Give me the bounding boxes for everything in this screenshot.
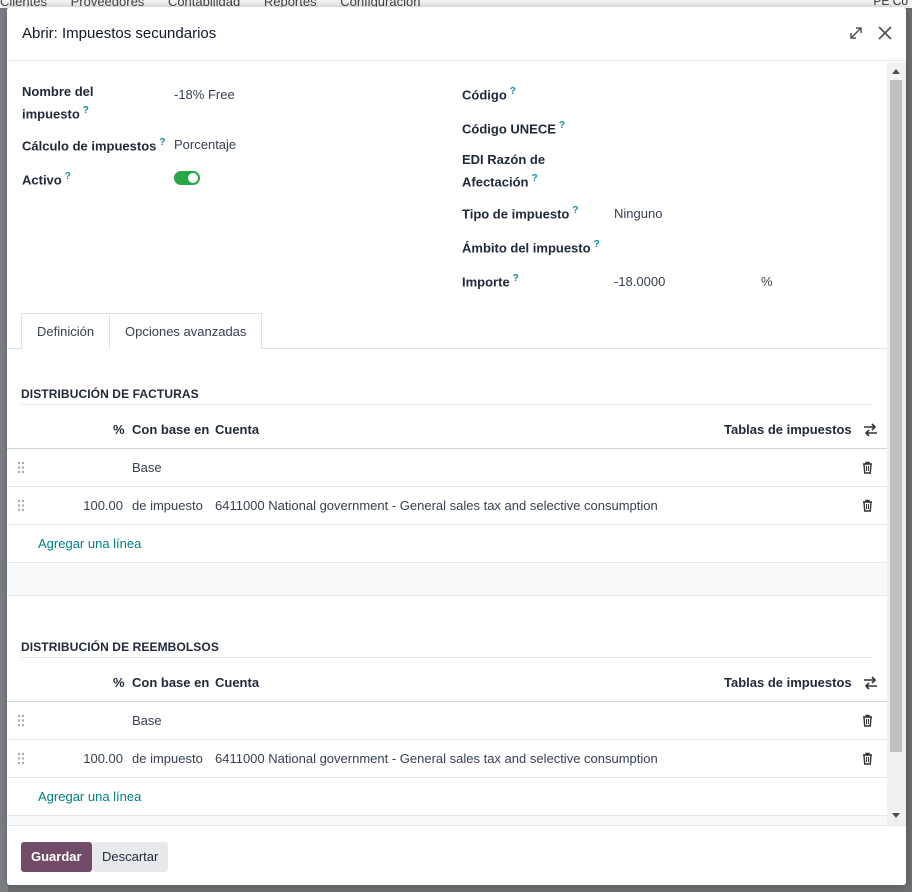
computation-label-text: Cálculo de impuestos [22,138,157,154]
scope-label-text: Ámbito del impuesto [462,240,591,256]
code-label: Código? [462,82,516,104]
active-label: Activo? [22,167,71,189]
col-tax-grids[interactable]: Tablas de impuestos [724,675,852,690]
add-line-link[interactable]: Agregar una línea [38,536,141,551]
tax-name-label: Nombre del impuesto? [22,82,94,123]
scrollbar-thumb[interactable] [890,80,902,752]
col-based-on[interactable]: Con base en [132,675,209,690]
edi-reason-label: EDI Razón de Afectación? [462,150,545,191]
tax-scope-label: Ámbito del impuesto? [462,235,600,257]
table-row[interactable]: Base [7,449,887,487]
active-label-text: Activo [22,172,62,188]
tax-name-label-line1: Nombre del [22,84,94,99]
optional-columns-icon[interactable] [863,423,878,437]
tax-type-label-text: Tipo de impuesto [462,206,570,222]
edi-label-line2: Afectación [462,174,529,190]
edi-label-line1: EDI Razón de [462,152,546,167]
computation-value[interactable]: Porcentaje [174,137,236,152]
col-account[interactable]: Cuenta [215,422,259,437]
table-footer-band [7,563,887,596]
computation-label: Cálculo de impuestos? [22,133,165,155]
help-tooltip[interactable]: ? [559,120,565,131]
close-icon[interactable] [874,22,896,44]
help-tooltip[interactable]: ? [159,137,165,148]
help-tooltip[interactable]: ? [510,86,516,97]
section-divider [21,657,873,658]
add-line-link[interactable]: Agregar una línea [38,789,141,804]
save-button[interactable]: Guardar [21,842,92,872]
trash-icon[interactable] [862,752,873,765]
amount-label-text: Importe [462,274,510,290]
cell-account[interactable]: 6411000 National government - General sa… [215,751,658,766]
help-tooltip[interactable]: ? [594,239,600,250]
help-tooltip[interactable]: ? [531,173,537,184]
cell-account[interactable]: 6411000 National government - General sa… [215,498,658,513]
code-label-text: Código [462,87,507,103]
help-tooltip[interactable]: ? [65,171,71,182]
drag-handle-icon[interactable] [17,499,25,512]
cell-based-on[interactable]: de impuesto [132,498,203,513]
dialog-title: Abrir: Impuestos secundarios [22,25,217,42]
dialog-body: Nombre del impuesto? -18% Free Cálculo d… [7,62,887,825]
col-percent[interactable]: % [113,675,125,690]
cell-percent[interactable]: 100.00 [83,498,123,513]
col-account[interactable]: Cuenta [215,675,259,690]
tax-name-label-line2: impuesto [22,106,80,122]
dialog-scrollbar[interactable] [887,62,906,825]
tab-definition[interactable]: Definición [21,313,111,350]
trash-icon[interactable] [862,461,873,474]
optional-columns-icon[interactable] [863,676,878,690]
active-toggle[interactable] [174,171,200,185]
notebook-tabs: Definición Opciones avanzadas [7,313,887,350]
toggle-knob [188,173,198,183]
table-footer-band [7,816,887,825]
amount-unit: % [761,274,773,289]
trash-icon[interactable] [862,714,873,727]
trash-icon[interactable] [862,499,873,512]
expand-icon[interactable] [845,22,867,44]
invoice-distribution-title: DISTRIBUCIÓN DE FACTURAS [21,387,199,401]
invoice-table-header: % Con base en Cuenta Tablas de impuestos [7,411,887,449]
tax-type-label: Tipo de impuesto? [462,201,579,223]
tax-dialog: Abrir: Impuestos secundarios Nombre del … [7,7,906,885]
refund-table-header: % Con base en Cuenta Tablas de impuestos [7,664,887,702]
col-tax-grids[interactable]: Tablas de impuestos [724,422,852,437]
add-line-row: Agregar una línea [7,778,887,816]
drag-handle-icon[interactable] [17,752,25,765]
tax-name-value[interactable]: -18% Free [174,87,235,102]
table-row[interactable]: 100.00 de impuesto 6411000 National gove… [7,740,887,778]
drag-handle-icon[interactable] [17,714,25,727]
refund-distribution-title: DISTRIBUCIÓN DE REEMBOLSOS [21,640,219,654]
cell-based-on[interactable]: Base [132,460,162,475]
cell-percent[interactable]: 100.00 [83,751,123,766]
tab-advanced-options[interactable]: Opciones avanzadas [109,313,263,349]
unece-code-label: Código UNECE? [462,116,565,138]
add-line-row: Agregar una línea [7,525,887,563]
dialog-header: Abrir: Impuestos secundarios [7,7,906,61]
scroll-up-icon[interactable] [892,69,900,74]
discard-button[interactable]: Descartar [92,842,169,872]
drag-handle-icon[interactable] [17,461,25,474]
tax-type-value[interactable]: Ninguno [614,206,662,221]
cell-based-on[interactable]: de impuesto [132,751,203,766]
col-percent[interactable]: % [113,422,125,437]
table-row[interactable]: Base [7,702,887,740]
col-based-on[interactable]: Con base en [132,422,209,437]
section-divider [21,404,873,405]
help-tooltip[interactable]: ? [513,273,519,284]
table-row[interactable]: 100.00 de impuesto 6411000 National gove… [7,487,887,525]
amount-value[interactable]: -18.0000 [614,274,665,289]
scroll-down-icon[interactable] [892,813,900,818]
cell-based-on[interactable]: Base [132,713,162,728]
help-tooltip[interactable]: ? [83,105,89,116]
dialog-footer: Guardar Descartar [7,825,906,885]
unece-label-text: Código UNECE [462,121,556,137]
amount-label: Importe? [462,269,519,291]
help-tooltip[interactable]: ? [572,205,578,216]
